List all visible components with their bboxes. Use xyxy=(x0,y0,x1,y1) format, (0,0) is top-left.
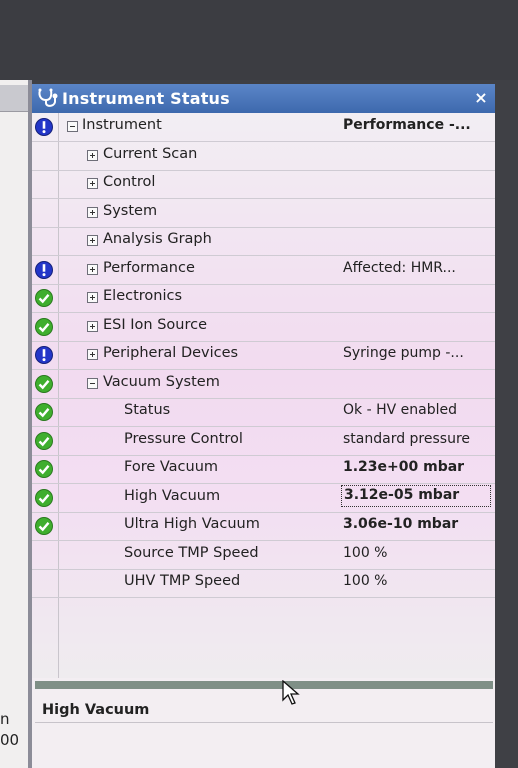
expand-icon[interactable] xyxy=(87,263,98,275)
tree-row-label: Ultra High Vacuum xyxy=(124,516,260,532)
panel-splitter[interactable] xyxy=(35,681,493,689)
tree-row[interactable]: Source TMP Speed 100 % xyxy=(32,541,495,570)
expand-icon[interactable] xyxy=(87,320,98,332)
panel-title: Instrument Status xyxy=(62,89,230,108)
tree-row-value: Ok - HV enabled xyxy=(343,402,457,418)
tree-row[interactable]: ESI Ion Source xyxy=(32,313,495,342)
tree-row-label: Pressure Control xyxy=(124,430,243,447)
left-pane: n 00 xyxy=(0,80,30,768)
tree-row[interactable]: Ultra High Vacuum 3.06e-10 mbar xyxy=(32,512,495,541)
expand-icon[interactable] xyxy=(87,178,98,189)
status-ok-check-icon xyxy=(35,374,53,393)
tree-row[interactable]: Fore Vacuum 1.23e+00 mbar xyxy=(32,455,495,484)
tree-row-label: Status xyxy=(124,402,171,418)
tree-row[interactable]: Vacuum System xyxy=(32,370,495,399)
status-ok-check-icon xyxy=(35,317,53,336)
collapse-icon[interactable] xyxy=(67,121,78,132)
tree-row-label: Instrument xyxy=(82,117,162,133)
tree-row-label: Analysis Graph xyxy=(103,231,212,247)
tree-row-label: High Vacuum xyxy=(124,487,221,504)
tree-row-value: 1.23e+00 mbar xyxy=(343,459,465,475)
footer-divider xyxy=(35,722,493,723)
panel-title-bar[interactable]: Instrument Status × xyxy=(32,84,495,114)
monitor-bezel-top xyxy=(0,0,518,80)
status-ok-check-icon xyxy=(35,488,53,507)
status-ok-check-icon xyxy=(35,517,53,535)
instrument-status-panel: Instrument Status × Instrument Performanc… xyxy=(32,84,495,768)
tree-row-label: Performance xyxy=(103,259,195,276)
tree-row[interactable]: Pressure Control standard pressure xyxy=(32,427,495,456)
tree-row[interactable]: Instrument Performance -... xyxy=(32,113,495,142)
tree-row[interactable]: Current Scan xyxy=(32,142,495,171)
tree-row-value: 100 % xyxy=(343,573,388,589)
tree-row[interactable]: UHV TMP Speed 100 % xyxy=(32,569,495,598)
close-icon[interactable]: × xyxy=(472,89,490,107)
tree-row-label: UHV TMP Speed xyxy=(124,573,241,589)
left-pane-header xyxy=(0,85,28,112)
status-info-icon xyxy=(35,260,53,279)
status-ok-check-icon xyxy=(35,431,53,450)
tree-row[interactable]: System xyxy=(32,199,495,228)
selected-item-description: High Vacuum xyxy=(42,702,150,718)
tree-row-value: 3.06e-10 mbar xyxy=(343,516,459,532)
tree-row-label: ESI Ion Source xyxy=(103,316,207,333)
tree-row[interactable]: Analysis Graph xyxy=(32,227,495,256)
tree-row-label: Source TMP Speed xyxy=(124,544,259,561)
collapse-icon[interactable] xyxy=(87,377,98,389)
tree-row-label: Control xyxy=(103,174,156,190)
tree-row[interactable]: Peripheral Devices Syringe pump -... xyxy=(32,341,495,370)
tree-row-label: Current Scan xyxy=(103,145,198,162)
status-ok-check-icon xyxy=(35,460,53,478)
expand-icon[interactable] xyxy=(87,349,98,360)
left-pane-text-fragment: n xyxy=(0,710,10,728)
tree-row-value: 3.12e-05 mbar xyxy=(341,484,491,507)
mouse-pointer-icon xyxy=(282,680,300,705)
status-ok-check-icon xyxy=(35,403,53,421)
tree-row-label: Vacuum System xyxy=(103,373,220,390)
status-info-icon xyxy=(35,118,53,136)
status-tree-grid: Instrument Performance -... Current Scan Co… xyxy=(32,113,495,678)
tree-row-value: Performance -... xyxy=(343,117,471,133)
tree-row[interactable]: Status Ok - HV enabled xyxy=(32,398,495,427)
tree-row[interactable]: Control xyxy=(32,170,495,199)
tree-row[interactable]: High Vacuum 3.12e-05 mbar xyxy=(32,484,495,513)
tree-row-label: Peripheral Devices xyxy=(103,345,239,361)
expand-icon[interactable] xyxy=(87,149,98,161)
tree-row-value: 100 % xyxy=(343,544,388,561)
tree-row-value: standard pressure xyxy=(343,430,471,447)
left-pane-text-fragment: 00 xyxy=(0,731,20,749)
tree-row-value: Syringe pump -... xyxy=(343,345,464,361)
expand-icon[interactable] xyxy=(87,235,98,246)
tree-row-label: System xyxy=(103,202,158,219)
stethoscope-icon xyxy=(38,88,58,107)
tree-row[interactable]: Performance Affected: HMR... xyxy=(32,256,495,285)
expand-icon[interactable] xyxy=(87,292,98,303)
tree-row-label: Fore Vacuum xyxy=(124,459,219,475)
status-info-icon xyxy=(35,346,53,364)
status-ok-check-icon xyxy=(35,289,53,307)
tree-row-label: Electronics xyxy=(103,288,183,304)
tree-row[interactable]: Electronics xyxy=(32,284,495,313)
tree-row-value: Affected: HMR... xyxy=(343,259,456,276)
expand-icon[interactable] xyxy=(87,206,98,218)
